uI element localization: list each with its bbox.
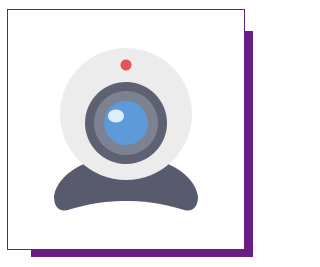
lens-glass [104,101,148,145]
lens-highlight [108,109,124,123]
webcam-icon [54,48,198,211]
webcam-illustration [0,0,263,267]
indicator-light [120,59,132,71]
icon-card [7,9,245,250]
